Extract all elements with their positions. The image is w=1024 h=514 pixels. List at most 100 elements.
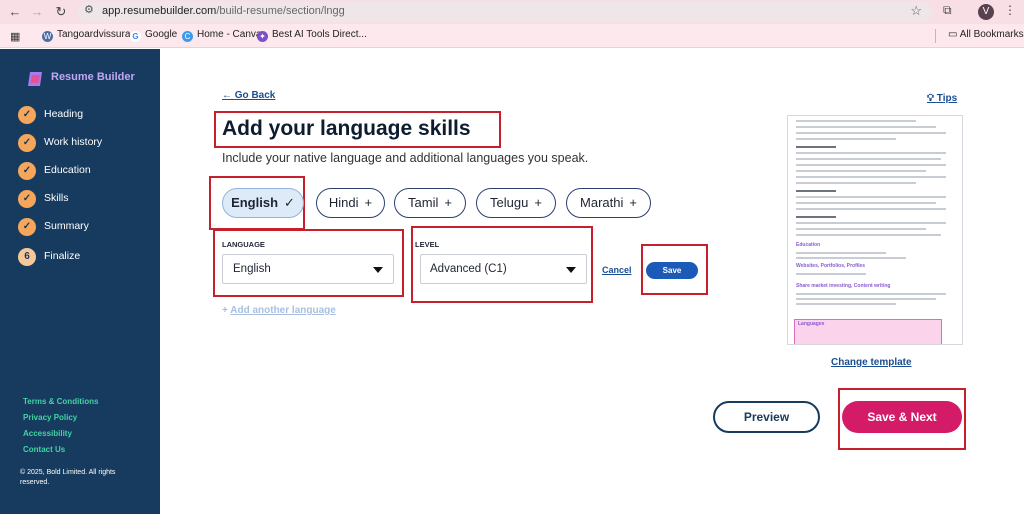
back-icon[interactable]: ← (6, 3, 24, 21)
check-icon: ✓ (18, 106, 36, 124)
bookmark-label: Best AI Tools Direct... (272, 29, 367, 40)
save-next-button[interactable]: Save & Next (842, 401, 962, 433)
bookmark-item[interactable]: G Google (130, 29, 177, 42)
preview-text-line (796, 234, 941, 236)
chip-label: Tamil (408, 195, 439, 210)
save-button[interactable]: Save (646, 262, 698, 279)
preview-text-line (796, 138, 896, 140)
preview-text-line (796, 298, 936, 300)
accessibility-link[interactable]: Accessibility (23, 429, 72, 438)
check-icon: ✓ (18, 134, 36, 152)
preview-text-line (796, 170, 926, 172)
change-template-link[interactable]: Change template (831, 357, 912, 368)
preview-text-line (796, 196, 946, 198)
check-icon: ✓ (18, 190, 36, 208)
preview-text-line (796, 146, 836, 148)
privacy-link[interactable]: Privacy Policy (23, 413, 77, 422)
go-back-link[interactable]: ← Go Back (222, 90, 275, 101)
language-value: English (233, 263, 271, 275)
plus-icon: + (534, 195, 542, 210)
preview-text-line (796, 190, 836, 192)
plus-icon: + (629, 195, 637, 210)
arrow-left-icon: ← (222, 90, 235, 101)
chip-label: Marathi (580, 195, 624, 210)
preview-text-line (796, 126, 936, 128)
preview-text-line (796, 303, 896, 305)
preview-text-line (796, 120, 916, 122)
resume-preview[interactable]: Education Websites, Portfolios, Profiles… (787, 115, 963, 345)
browser-menu-icon[interactable]: ⋮ (1004, 3, 1016, 17)
preview-text-line (796, 164, 946, 166)
caret-down-icon (373, 267, 383, 273)
chip-label: Hindi (328, 195, 359, 210)
bookmark-item[interactable]: ✦ Best AI Tools Direct... (257, 29, 367, 42)
profile-avatar[interactable]: V (978, 4, 994, 20)
preview-languages-highlight: Languages (794, 319, 942, 344)
bookmark-item[interactable]: C Home - Canva (182, 29, 261, 42)
url-domain: app.resumebuilder.com (102, 5, 217, 17)
caret-down-icon (566, 267, 576, 273)
preview-section-languages: Languages (798, 321, 825, 327)
preview-text-line (796, 228, 926, 230)
apps-grid-icon[interactable]: ▦ (10, 30, 20, 43)
url-path: /build-resume/section/lngg (216, 5, 345, 17)
chip-marathi[interactable]: Marathi + (566, 188, 651, 218)
level-value: Advanced (C1) (430, 263, 507, 275)
plus-icon: + (222, 305, 231, 316)
bookmark-label: Home - Canva (197, 29, 262, 40)
all-bookmarks-label: All Bookmarks (959, 29, 1024, 40)
chip-hindi[interactable]: Hindi + (316, 188, 385, 218)
sidebar: Resume Builder ✓ Heading ✓ Work history … (0, 49, 160, 514)
chip-tamil[interactable]: Tamil + (394, 188, 466, 218)
site-info-icon[interactable]: ⚙ (84, 3, 94, 16)
resume-builder-logo-icon (28, 72, 42, 86)
wordpress-icon: W (42, 31, 53, 42)
page-title: Add your language skills (222, 117, 471, 140)
step-label: Work history (44, 136, 103, 148)
contact-link[interactable]: Contact Us (23, 445, 65, 454)
preview-text-line (796, 132, 946, 134)
url-text: app.resumebuilder.com/build-resume/secti… (102, 5, 345, 17)
step-label: Heading (44, 108, 84, 120)
add-another-label: Add another language (230, 305, 336, 316)
preview-text-line (796, 176, 946, 178)
plus-icon: + (444, 195, 452, 210)
step-label: Education (44, 164, 91, 176)
address-bar[interactable]: ⚙ app.resumebuilder.com/build-resume/sec… (78, 2, 932, 22)
chip-english[interactable]: English ✓ (222, 188, 304, 218)
preview-text-line (796, 208, 946, 210)
check-icon: ✓ (284, 195, 295, 210)
forward-icon[interactable]: → (28, 3, 46, 21)
google-icon: G (130, 31, 141, 42)
preview-text-line (796, 158, 941, 160)
cancel-button[interactable]: Cancel (602, 265, 632, 275)
plus-icon: + (364, 195, 373, 210)
canva-icon: C (182, 31, 193, 42)
preview-text-line (796, 152, 946, 154)
extensions-icon[interactable]: ⧉ (943, 3, 952, 18)
language-select[interactable]: English (222, 254, 394, 284)
preview-section-education: Education (796, 242, 821, 248)
check-icon: ✓ (18, 218, 36, 236)
page-subtitle: Include your native language and additio… (222, 151, 589, 165)
terms-link[interactable]: Terms & Conditions (23, 397, 98, 406)
all-bookmarks[interactable]: ▭ All Bookmarks (948, 29, 1024, 40)
preview-text-line (796, 273, 866, 275)
preview-text-line (796, 202, 936, 204)
tips-link[interactable]: 💡︎ Tips (927, 93, 957, 104)
bookmark-label: Tangoardvissura - (57, 29, 137, 40)
step-label: Skills (44, 192, 69, 204)
reload-icon[interactable]: ↻ (52, 3, 70, 21)
brand-name: Resume Builder (51, 71, 135, 83)
tips-label: Tips (936, 93, 958, 104)
chip-telugu[interactable]: Telugu + (476, 188, 556, 218)
step-label: Summary (44, 220, 89, 232)
chip-label: English (231, 195, 279, 210)
level-select[interactable]: Advanced (C1) (420, 254, 587, 284)
preview-text-line (796, 293, 946, 295)
add-another-language-link[interactable]: + Add another language (222, 305, 336, 316)
preview-button[interactable]: Preview (713, 401, 820, 433)
check-icon: ✓ (18, 162, 36, 180)
bookmark-item[interactable]: W Tangoardvissura - (42, 29, 136, 42)
bookmark-star-icon[interactable]: ☆ (910, 3, 922, 19)
